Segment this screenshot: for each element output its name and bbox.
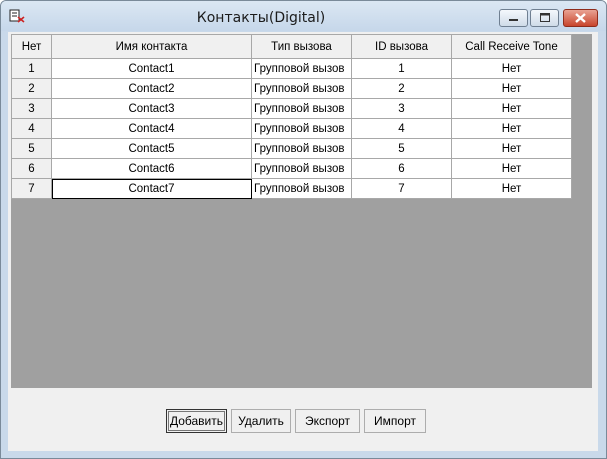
contact-name-cell[interactable]: Contact2: [51, 78, 252, 99]
contact-name-cell[interactable]: Contact1: [51, 58, 252, 79]
call-receive-tone-cell[interactable]: Нет: [451, 58, 572, 79]
call-id-cell[interactable]: 5: [351, 138, 452, 159]
row-number-cell[interactable]: 2: [11, 78, 52, 99]
contacts-grid[interactable]: Нет Имя контакта Тип вызова ID вызова Ca…: [11, 34, 592, 388]
column-header-call-receive-tone[interactable]: Call Receive Tone: [451, 34, 572, 59]
call-receive-tone-cell[interactable]: Нет: [451, 78, 572, 99]
close-button[interactable]: [563, 9, 598, 27]
import-button[interactable]: Импорт: [364, 409, 426, 433]
call-receive-tone-cell[interactable]: Нет: [451, 118, 572, 139]
column-header-call-id[interactable]: ID вызова: [351, 34, 452, 59]
row-number-cell[interactable]: 1: [11, 58, 52, 79]
table-row[interactable]: 4 Contact4 Групповой вызов 4 Нет: [11, 118, 572, 139]
minimize-button[interactable]: [499, 9, 528, 27]
maximize-icon: [540, 13, 550, 22]
column-header-contact-name[interactable]: Имя контакта: [51, 34, 252, 59]
call-id-cell[interactable]: 1: [351, 58, 452, 79]
column-header-call-type[interactable]: Тип вызова: [251, 34, 352, 59]
contact-name-cell[interactable]: Contact3: [51, 98, 252, 119]
contacts-table: Нет Имя контакта Тип вызова ID вызова Ca…: [11, 34, 572, 199]
minimize-icon: [509, 19, 518, 21]
call-receive-tone-cell[interactable]: Нет: [451, 138, 572, 159]
table-row[interactable]: 3 Contact3 Групповой вызов 3 Нет: [11, 98, 572, 119]
add-button[interactable]: Добавить: [166, 409, 227, 433]
maximize-button[interactable]: [530, 9, 559, 27]
call-receive-tone-cell[interactable]: Нет: [451, 178, 572, 199]
call-id-cell[interactable]: 6: [351, 158, 452, 179]
table-row[interactable]: 7 Contact7 Групповой вызов 7 Нет: [11, 178, 572, 199]
contacts-window: Контакты(Digital) Нет Имя контакта Тип в…: [0, 0, 607, 459]
call-receive-tone-cell[interactable]: Нет: [451, 98, 572, 119]
contact-name-cell[interactable]: Contact6: [51, 158, 252, 179]
close-icon: [575, 13, 586, 23]
call-id-cell[interactable]: 3: [351, 98, 452, 119]
contact-name-cell[interactable]: Contact4: [51, 118, 252, 139]
call-id-cell[interactable]: 4: [351, 118, 452, 139]
call-receive-tone-cell[interactable]: Нет: [451, 158, 572, 179]
call-type-cell[interactable]: Групповой вызов: [251, 78, 352, 99]
call-id-cell[interactable]: 2: [351, 78, 452, 99]
table-row[interactable]: 6 Contact6 Групповой вызов 6 Нет: [11, 158, 572, 179]
call-type-cell[interactable]: Групповой вызов: [251, 138, 352, 159]
export-button[interactable]: Экспорт: [295, 409, 360, 433]
column-header-number[interactable]: Нет: [11, 34, 52, 59]
table-row[interactable]: 2 Contact2 Групповой вызов 2 Нет: [11, 78, 572, 99]
row-number-cell[interactable]: 4: [11, 118, 52, 139]
delete-button[interactable]: Удалить: [231, 409, 291, 433]
contact-name-cell[interactable]: Contact5: [51, 138, 252, 159]
row-number-cell[interactable]: 6: [11, 158, 52, 179]
row-number-cell[interactable]: 5: [11, 138, 52, 159]
contact-name-cell[interactable]: Contact7: [51, 178, 252, 199]
call-type-cell[interactable]: Групповой вызов: [251, 58, 352, 79]
row-number-cell[interactable]: 3: [11, 98, 52, 119]
call-type-cell[interactable]: Групповой вызов: [251, 118, 352, 139]
window-title: Контакты(Digital): [196, 10, 326, 26]
table-row[interactable]: 1 Contact1 Групповой вызов 1 Нет: [11, 58, 572, 79]
title-bar[interactable]: Контакты(Digital): [1, 1, 606, 31]
call-type-cell[interactable]: Групповой вызов: [251, 98, 352, 119]
grid-header-row: Нет Имя контакта Тип вызова ID вызова Ca…: [11, 34, 572, 59]
dialog-body: Нет Имя контакта Тип вызова ID вызова Ca…: [8, 32, 598, 451]
row-number-cell[interactable]: 7: [11, 178, 52, 199]
call-id-cell[interactable]: 7: [351, 178, 452, 199]
call-type-cell[interactable]: Групповой вызов: [251, 158, 352, 179]
table-row[interactable]: 5 Contact5 Групповой вызов 5 Нет: [11, 138, 572, 159]
call-type-cell[interactable]: Групповой вызов: [251, 178, 352, 199]
